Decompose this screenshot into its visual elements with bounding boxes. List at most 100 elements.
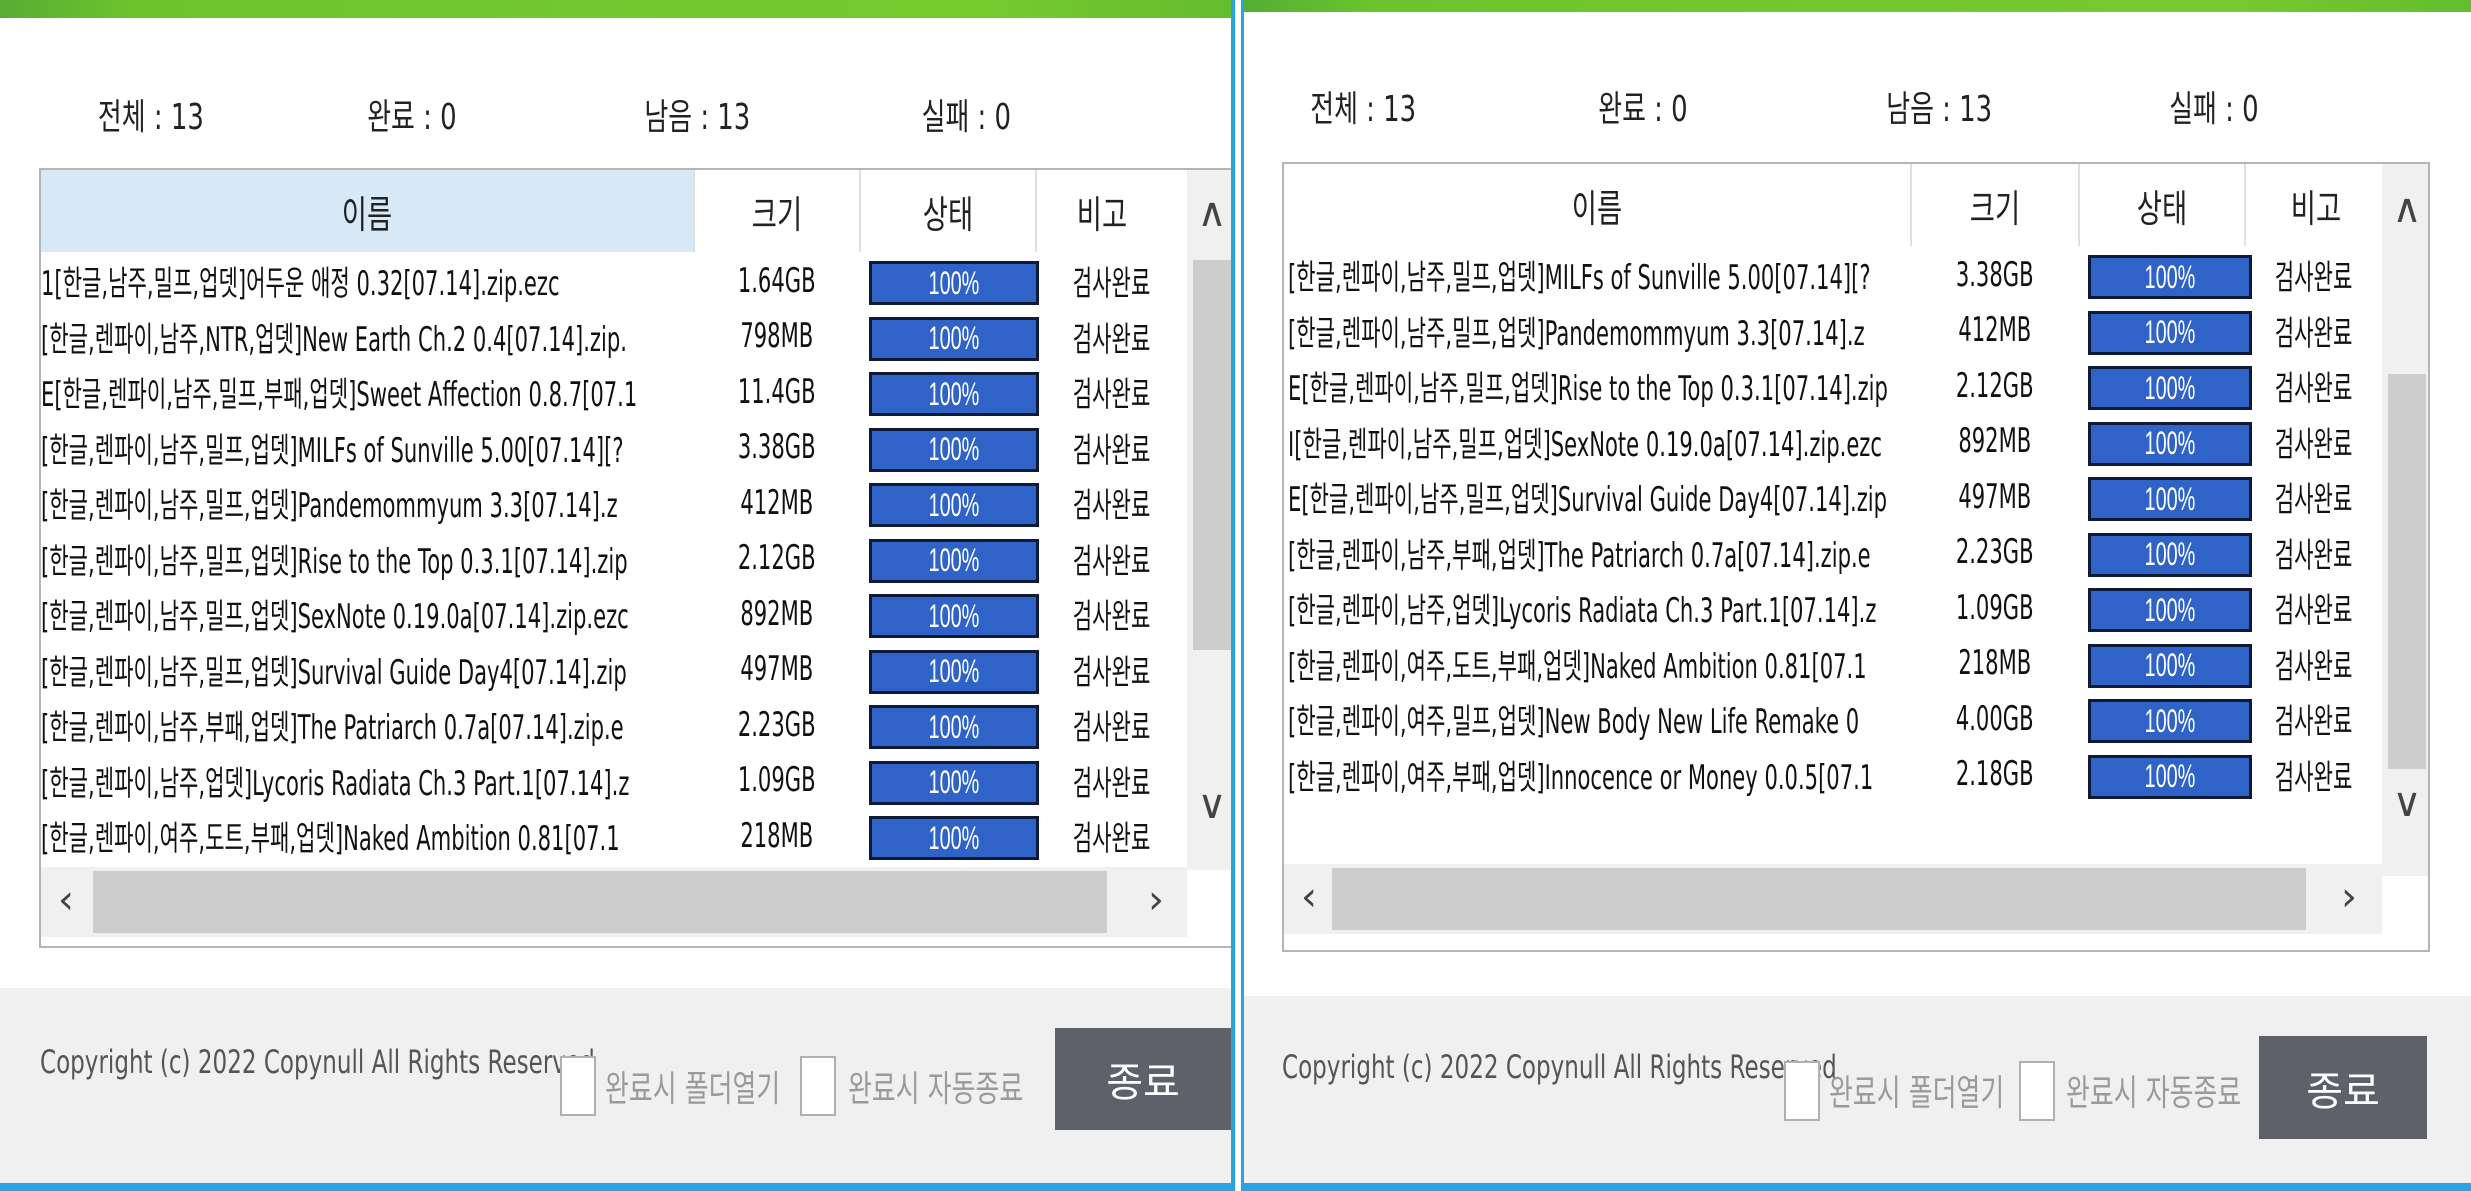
column-header-size[interactable]: 크기 bbox=[1912, 164, 2078, 246]
file-name-cell: [한글,렌파이,남주,밀프,업뎃]SexNote 0.19.0a[07.14].… bbox=[41, 597, 629, 637]
close-button[interactable]: 종료 bbox=[2259, 1036, 2427, 1139]
column-header-note[interactable]: 비고 bbox=[2246, 164, 2386, 246]
progress-bar: 100% bbox=[2088, 643, 2252, 688]
note-cell: 검사완료 bbox=[1073, 652, 1151, 693]
file-name-cell: [한글,렌파이,남주,밀프,업뎃]Pandemommyum 3.3[07.14]… bbox=[1288, 313, 1865, 354]
scroll-up-arrow-icon[interactable]: ∧ bbox=[2382, 186, 2428, 232]
column-header-size[interactable]: 크기 bbox=[695, 170, 859, 252]
open-folder-label: 완료시 폴더열기 bbox=[1829, 1073, 2005, 1114]
scroll-left-arrow-icon[interactable]: ‹ bbox=[41, 877, 91, 923]
note-cell: 검사완료 bbox=[2275, 258, 2353, 298]
progress-bar: 100% bbox=[2088, 588, 2252, 632]
table-row[interactable]: [한글,렌파이,남주,밀프,업뎃]Pandemommyum 3.3[07.14]… bbox=[41, 475, 1187, 530]
progress-bar: 100% bbox=[869, 261, 1039, 305]
table-row[interactable]: [한글,렌파이,남주,부패,업뎃]The Patriarch 0.7a[07.1… bbox=[41, 697, 1187, 752]
table-row[interactable]: 1[한글,남주,밀프,업뎃]어두운 애정 0.32[07.14].zip.ezc… bbox=[41, 253, 1187, 308]
progress-label: 100% bbox=[2144, 702, 2196, 739]
progress-label: 100% bbox=[2144, 369, 2196, 406]
note-cell: 검사완료 bbox=[1073, 375, 1151, 415]
horizontal-scrollbar[interactable]: ‹ › bbox=[41, 867, 1187, 937]
window-border bbox=[0, 1183, 1231, 1191]
progress-bar: 100% bbox=[869, 816, 1039, 860]
progress-bar: 100% bbox=[869, 594, 1039, 638]
open-folder-checkbox[interactable] bbox=[560, 1056, 596, 1116]
progress-label: 100% bbox=[928, 264, 980, 301]
progress-bar: 100% bbox=[869, 372, 1039, 416]
table-row[interactable]: [한글,렌파이,남주,밀프,업뎃]MILFs of Sunville 5.00[… bbox=[1284, 247, 2382, 302]
progress-bar: 100% bbox=[2088, 754, 2252, 799]
table-row[interactable]: [한글,렌파이,남주,밀프,업뎃]Pandemommyum 3.3[07.14]… bbox=[1284, 303, 2382, 358]
horizontal-scroll-thumb[interactable] bbox=[93, 871, 1107, 933]
progress-label: 100% bbox=[928, 764, 980, 800]
note-cell: 검사완료 bbox=[1073, 819, 1151, 859]
note-cell: 검사완료 bbox=[2275, 702, 2353, 742]
progress-bar: 100% bbox=[2088, 366, 2252, 410]
progress-label: 100% bbox=[2144, 480, 2196, 517]
column-header-name[interactable]: 이름 bbox=[1284, 164, 1910, 246]
vertical-scrollbar[interactable]: ∧ ∨ bbox=[2382, 164, 2428, 876]
scroll-down-arrow-icon[interactable]: ∨ bbox=[2382, 780, 2428, 826]
column-header-status[interactable]: 상태 bbox=[861, 170, 1035, 252]
horizontal-scroll-thumb[interactable] bbox=[1332, 868, 2306, 930]
table-row[interactable]: [한글,렌파이,여주,밀프,업뎃]New Body New Life Remak… bbox=[1284, 691, 2382, 746]
stat-failed: 실패 : 0 bbox=[2169, 89, 2259, 130]
note-cell: 검사완료 bbox=[2275, 424, 2353, 465]
file-list[interactable]: 이름 크기 상태 비고 [한글,렌파이,남주,밀프,업뎃]MILFs of Su… bbox=[1282, 162, 2430, 952]
progress-label: 100% bbox=[2144, 536, 2196, 572]
column-header-name[interactable]: 이름 bbox=[41, 170, 693, 252]
file-name-cell: [한글,렌파이,여주,밀프,업뎃]New Body New Life Remak… bbox=[1288, 702, 1860, 742]
table-row[interactable]: [한글,렌파이,남주,밀프,업뎃]SexNote 0.19.0a[07.14].… bbox=[41, 586, 1187, 641]
progress-bar: 100% bbox=[869, 483, 1039, 527]
table-row[interactable]: [한글,렌파이,여주,도트,부패,업뎃]Naked Ambition 0.81[… bbox=[1284, 636, 2382, 691]
table-row[interactable]: [한글,렌파이,남주,밀프,업뎃]Rise to the Top 0.3.1[0… bbox=[41, 531, 1187, 586]
table-row[interactable]: E[한글,렌파이,남주,밀프,부패,업뎃]Sweet Affection 0.8… bbox=[41, 364, 1187, 419]
table-row[interactable]: I[한글,렌파이,남주,밀프,업뎃]SexNote 0.19.0a[07.14]… bbox=[1284, 414, 2382, 469]
column-header-status[interactable]: 상태 bbox=[2080, 164, 2244, 246]
auto-exit-checkbox[interactable] bbox=[2019, 1061, 2055, 1121]
scroll-left-arrow-icon[interactable]: ‹ bbox=[1284, 874, 1334, 920]
horizontal-scrollbar[interactable]: ‹ › bbox=[1284, 864, 2382, 934]
open-folder-checkbox[interactable] bbox=[1784, 1061, 1820, 1121]
progress-bar: 100% bbox=[869, 760, 1039, 805]
table-row[interactable]: [한글,렌파이,남주,업뎃]Lycoris Radiata Ch.3 Part.… bbox=[1284, 580, 2382, 635]
progress-bar: 100% bbox=[869, 427, 1039, 472]
vertical-scroll-thumb[interactable] bbox=[2388, 374, 2426, 769]
column-header-note[interactable]: 비고 bbox=[1037, 170, 1167, 252]
progress-bar: 100% bbox=[869, 316, 1039, 361]
footer: Copyright (c) 2022 Copynull All Rights R… bbox=[0, 988, 1231, 1183]
vertical-scroll-thumb[interactable] bbox=[1193, 260, 1231, 650]
progress-label: 100% bbox=[928, 819, 980, 856]
vertical-scrollbar[interactable]: ∧ ∨ bbox=[1187, 170, 1231, 870]
note-cell: 검사완료 bbox=[1073, 763, 1151, 804]
table-row[interactable]: [한글,렌파이,남주,NTR,업뎃]New Earth Ch.2 0.4[07.… bbox=[41, 309, 1187, 364]
table-row[interactable]: [한글,렌파이,남주,업뎃]Lycoris Radiata Ch.3 Part.… bbox=[41, 753, 1187, 808]
close-button[interactable]: 종료 bbox=[1055, 1028, 1231, 1130]
table-row[interactable]: [한글,렌파이,남주,부패,업뎃]The Patriarch 0.7a[07.1… bbox=[1284, 525, 2382, 580]
table-row[interactable]: [한글,렌파이,남주,밀프,업뎃]MILFs of Sunville 5.00[… bbox=[41, 420, 1187, 475]
note-cell: 검사완료 bbox=[2275, 480, 2353, 520]
left-window: 전체 : 13 완료 : 0 남음 : 13 실패 : 0 이름 크기 상태 비… bbox=[0, 0, 1235, 1191]
file-name-cell: [한글,렌파이,남주,NTR,업뎃]New Earth Ch.2 0.4[07.… bbox=[41, 319, 627, 360]
scroll-right-arrow-icon[interactable]: › bbox=[1131, 877, 1181, 923]
progress-bar: 100% bbox=[2088, 699, 2252, 743]
note-cell: 검사완료 bbox=[2275, 369, 2353, 409]
scroll-right-arrow-icon[interactable]: › bbox=[2324, 874, 2374, 920]
title-bar bbox=[1244, 0, 2471, 12]
table-row[interactable]: [한글,렌파이,여주,부패,업뎃]Innocence or Money 0.0.… bbox=[1284, 747, 2382, 802]
stat-remaining: 남음 : 13 bbox=[644, 97, 751, 138]
scroll-up-arrow-icon[interactable]: ∧ bbox=[1187, 190, 1231, 236]
file-list[interactable]: 이름 크기 상태 비고 1[한글,남주,밀프,업뎃]어두운 애정 0.32[07… bbox=[39, 168, 1231, 948]
file-size-cell: 1.64GB bbox=[738, 260, 816, 301]
file-name-cell: [한글,렌파이,남주,밀프,업뎃]Pandemommyum 3.3[07.14]… bbox=[41, 486, 618, 526]
open-folder-label: 완료시 폴더열기 bbox=[605, 1069, 781, 1110]
progress-label: 100% bbox=[2144, 758, 2196, 794]
file-size-cell: 3.38GB bbox=[1956, 254, 2034, 295]
note-cell: 검사완료 bbox=[2275, 313, 2353, 354]
table-row[interactable]: E[한글,렌파이,남주,밀프,업뎃]Survival Guide Day4[07… bbox=[1284, 469, 2382, 524]
file-name-cell: E[한글,렌파이,남주,밀프,부패,업뎃]Sweet Affection 0.8… bbox=[41, 375, 638, 415]
table-row[interactable]: [한글,렌파이,남주,밀프,업뎃]Survival Guide Day4[07.… bbox=[41, 642, 1187, 697]
table-row[interactable]: E[한글,렌파이,남주,밀프,업뎃]Rise to the Top 0.3.1[… bbox=[1284, 358, 2382, 413]
scroll-down-arrow-icon[interactable]: ∨ bbox=[1187, 782, 1231, 828]
auto-exit-checkbox[interactable] bbox=[800, 1056, 836, 1116]
table-row[interactable]: [한글,렌파이,여주,도트,부패,업뎃]Naked Ambition 0.81[… bbox=[41, 808, 1187, 863]
